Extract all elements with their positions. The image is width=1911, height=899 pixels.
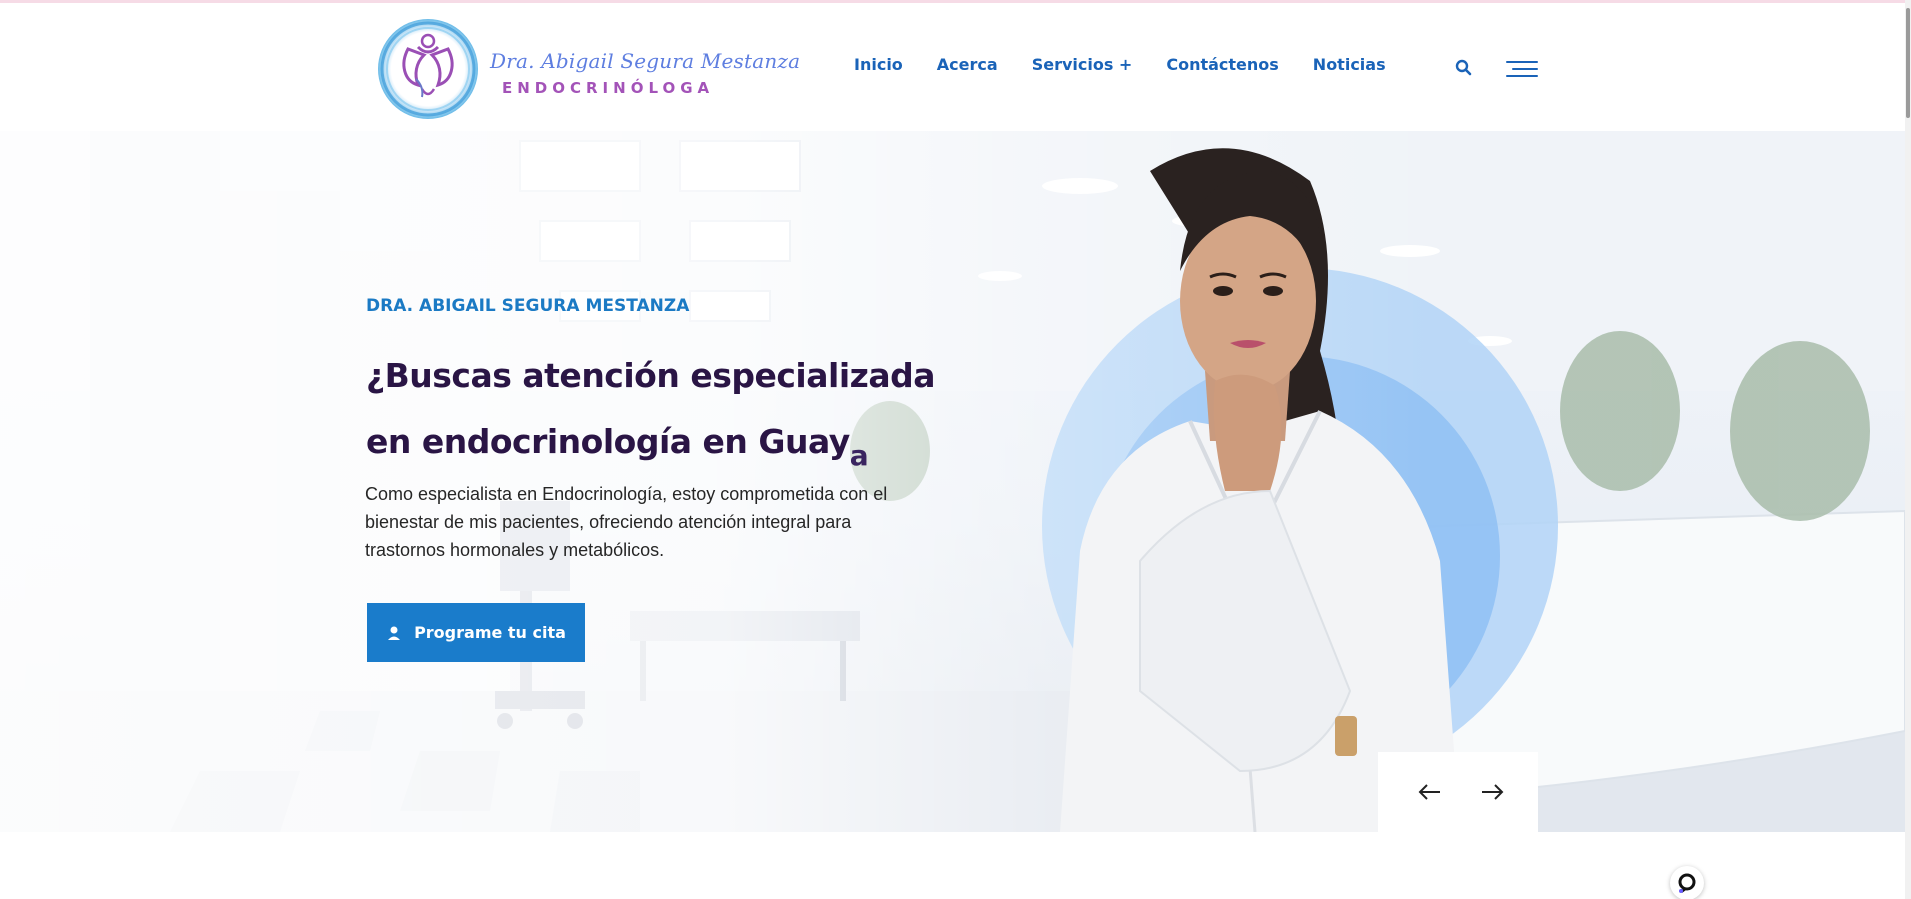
site-logo[interactable]: Dra. Abigail Segura Mestanza ENDOCRINÓLO… — [378, 19, 800, 119]
nav-inicio[interactable]: Inicio — [854, 55, 903, 74]
schedule-appointment-label: Programe tu cita — [414, 623, 566, 642]
page-scrollbar-thumb[interactable] — [1906, 8, 1910, 118]
logo-name: Dra. Abigail Segura Mestanza — [490, 49, 801, 73]
hero-kicker: DRA. ABIGAIL SEGURA MESTANZA — [366, 296, 690, 316]
hamburger-menu-icon[interactable] — [1506, 59, 1538, 79]
page-scrollbar-track[interactable] — [1905, 0, 1911, 899]
logo-subtitle: ENDOCRINÓLOGA — [502, 79, 715, 97]
nav-servicios[interactable]: Servicios + — [1032, 55, 1133, 74]
nav-contactenos[interactable]: Contáctenos — [1166, 55, 1278, 74]
schedule-appointment-button[interactable]: Programe tu cita — [367, 603, 585, 662]
doctor-portrait-image — [1060, 148, 1460, 832]
nav-noticias[interactable]: Noticias — [1313, 55, 1386, 74]
logo-emblem-icon — [378, 19, 478, 119]
hero-headline: ¿Buscas atención especializada en endocr… — [366, 343, 986, 477]
chat-widget-icon[interactable] — [1670, 866, 1704, 899]
hero-slider: DRA. ABIGAIL SEGURA MESTANZA ¿Buscas ate… — [0, 131, 1905, 832]
page: Dra. Abigail Segura Mestanza ENDOCRINÓLO… — [0, 0, 1911, 899]
nav-acerca[interactable]: Acerca — [937, 55, 998, 74]
hero-description: Como especialista en Endocrinología, est… — [365, 484, 888, 560]
arrow-left-icon[interactable] — [1416, 780, 1444, 804]
search-icon[interactable] — [1454, 58, 1474, 78]
user-icon — [386, 625, 402, 641]
arrow-right-icon[interactable] — [1478, 780, 1506, 804]
site-header: Dra. Abigail Segura Mestanza ENDOCRINÓLO… — [0, 3, 1911, 131]
main-navigation: Inicio Acerca Servicios + Contáctenos No… — [854, 55, 1420, 74]
slider-controls — [1378, 752, 1538, 832]
hero-overlay — [0, 131, 1905, 832]
